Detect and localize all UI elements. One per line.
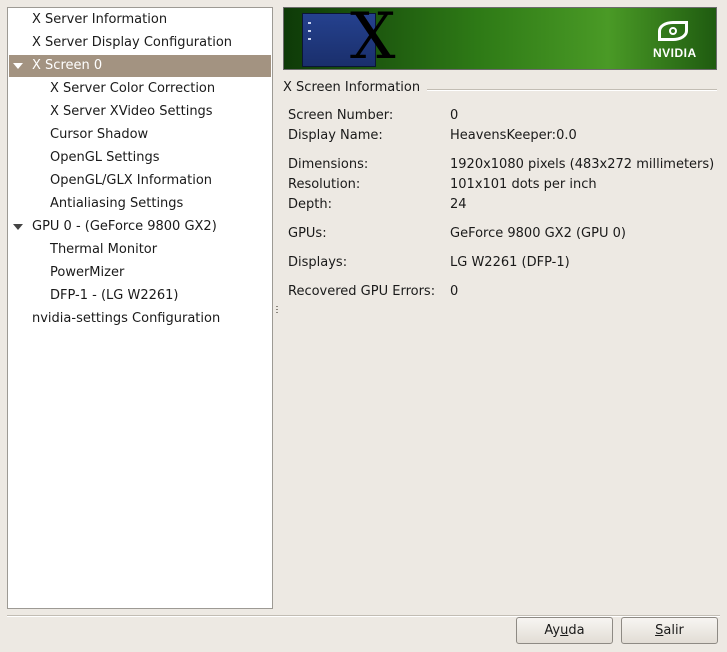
screen-number-label: Screen Number: bbox=[288, 108, 394, 123]
tree-item-label: Cursor Shadow bbox=[50, 127, 149, 142]
tree-item-label: X Server Information bbox=[32, 12, 168, 27]
help-button-label: Ay bbox=[544, 623, 561, 638]
display-name-value: HeavensKeeper:0.0 bbox=[450, 128, 577, 143]
x-logo-icon: X bbox=[350, 7, 396, 70]
tree-item-x-server-xvideo-settings[interactable]: X Server XVideo Settings bbox=[9, 101, 271, 123]
dimensions-label: Dimensions: bbox=[288, 157, 369, 172]
tree-item-label: X Server Color Correction bbox=[50, 81, 216, 96]
depth-label: Depth: bbox=[288, 197, 332, 212]
section-divider bbox=[427, 89, 717, 91]
resolution-label: Resolution: bbox=[288, 177, 361, 192]
help-button-label-rest: da bbox=[568, 623, 585, 638]
section-title: X Screen Information bbox=[283, 80, 421, 95]
pane-resize-handle[interactable] bbox=[276, 306, 279, 315]
tree-item-thermal-monitor[interactable]: Thermal Monitor bbox=[9, 239, 271, 261]
tree-item-nvidia-settings-configuration[interactable]: nvidia-settings Configuration bbox=[9, 308, 271, 330]
quit-button[interactable]: Salir bbox=[621, 617, 718, 644]
displays-label: Displays: bbox=[288, 255, 348, 270]
tree-item-antialiasing-settings[interactable]: Antialiasing Settings bbox=[9, 193, 271, 215]
tree-item-gpu-0[interactable]: GPU 0 - (GeForce 9800 GX2) bbox=[9, 216, 271, 238]
footer-divider bbox=[7, 615, 720, 617]
tree-item-label: X Server XVideo Settings bbox=[50, 104, 213, 119]
recovered-gpu-errors-value: 0 bbox=[450, 284, 459, 299]
help-button[interactable]: Ayuda bbox=[516, 617, 613, 644]
expander-arrow-icon[interactable] bbox=[13, 224, 23, 230]
nvidia-eye-icon bbox=[658, 21, 688, 41]
displays-value: LG W2261 (DFP-1) bbox=[450, 255, 570, 270]
gpus-label: GPUs: bbox=[288, 226, 327, 241]
tree-item-label: OpenGL/GLX Information bbox=[50, 173, 213, 188]
tree-item-label: X Server Display Configuration bbox=[32, 35, 233, 50]
tree-item-x-server-information[interactable]: X Server Information bbox=[9, 9, 271, 31]
nvidia-logo-text: NVIDIA bbox=[653, 46, 697, 60]
display-name-label: Display Name: bbox=[288, 128, 383, 143]
expander-arrow-icon[interactable] bbox=[13, 63, 23, 69]
tree-item-label: X Screen 0 bbox=[32, 58, 103, 73]
depth-value: 24 bbox=[450, 197, 467, 212]
tree-item-label: OpenGL Settings bbox=[50, 150, 160, 165]
screen-number-value: 0 bbox=[450, 108, 459, 123]
dimensions-value: 1920x1080 pixels (483x272 millimeters) bbox=[450, 157, 715, 172]
tree-item-opengl-glx-information[interactable]: OpenGL/GLX Information bbox=[9, 170, 271, 192]
tree-item-label: Antialiasing Settings bbox=[50, 196, 184, 211]
tree-item-cursor-shadow[interactable]: Cursor Shadow bbox=[9, 124, 271, 146]
tree-item-x-server-display-configuration[interactable]: X Server Display Configuration bbox=[9, 32, 271, 54]
tree-item-x-server-color-correction[interactable]: X Server Color Correction bbox=[9, 78, 271, 100]
tree-item-label: Thermal Monitor bbox=[50, 242, 158, 257]
tree-item-label: DFP-1 - (LG W2261) bbox=[50, 288, 179, 303]
nvidia-banner: X NVIDIA bbox=[283, 7, 717, 70]
tree-item-dfp-1[interactable]: DFP-1 - (LG W2261) bbox=[9, 285, 271, 307]
tree-item-opengl-settings[interactable]: OpenGL Settings bbox=[9, 147, 271, 169]
tree-item-label: GPU 0 - (GeForce 9800 GX2) bbox=[32, 219, 217, 234]
resolution-value: 101x101 dots per inch bbox=[450, 177, 597, 192]
tree-item-x-screen-0[interactable]: X Screen 0 bbox=[9, 55, 271, 77]
recovered-gpu-errors-label: Recovered GPU Errors: bbox=[288, 284, 436, 299]
tree-item-label: PowerMizer bbox=[50, 265, 125, 280]
navigation-tree: X Server Information X Server Display Co… bbox=[7, 7, 273, 609]
gpus-value: GeForce 9800 GX2 (GPU 0) bbox=[450, 226, 626, 241]
quit-button-label-rest: alir bbox=[663, 623, 684, 638]
tree-item-powermizer[interactable]: PowerMizer bbox=[9, 262, 271, 284]
tree-item-label: nvidia-settings Configuration bbox=[32, 311, 221, 326]
